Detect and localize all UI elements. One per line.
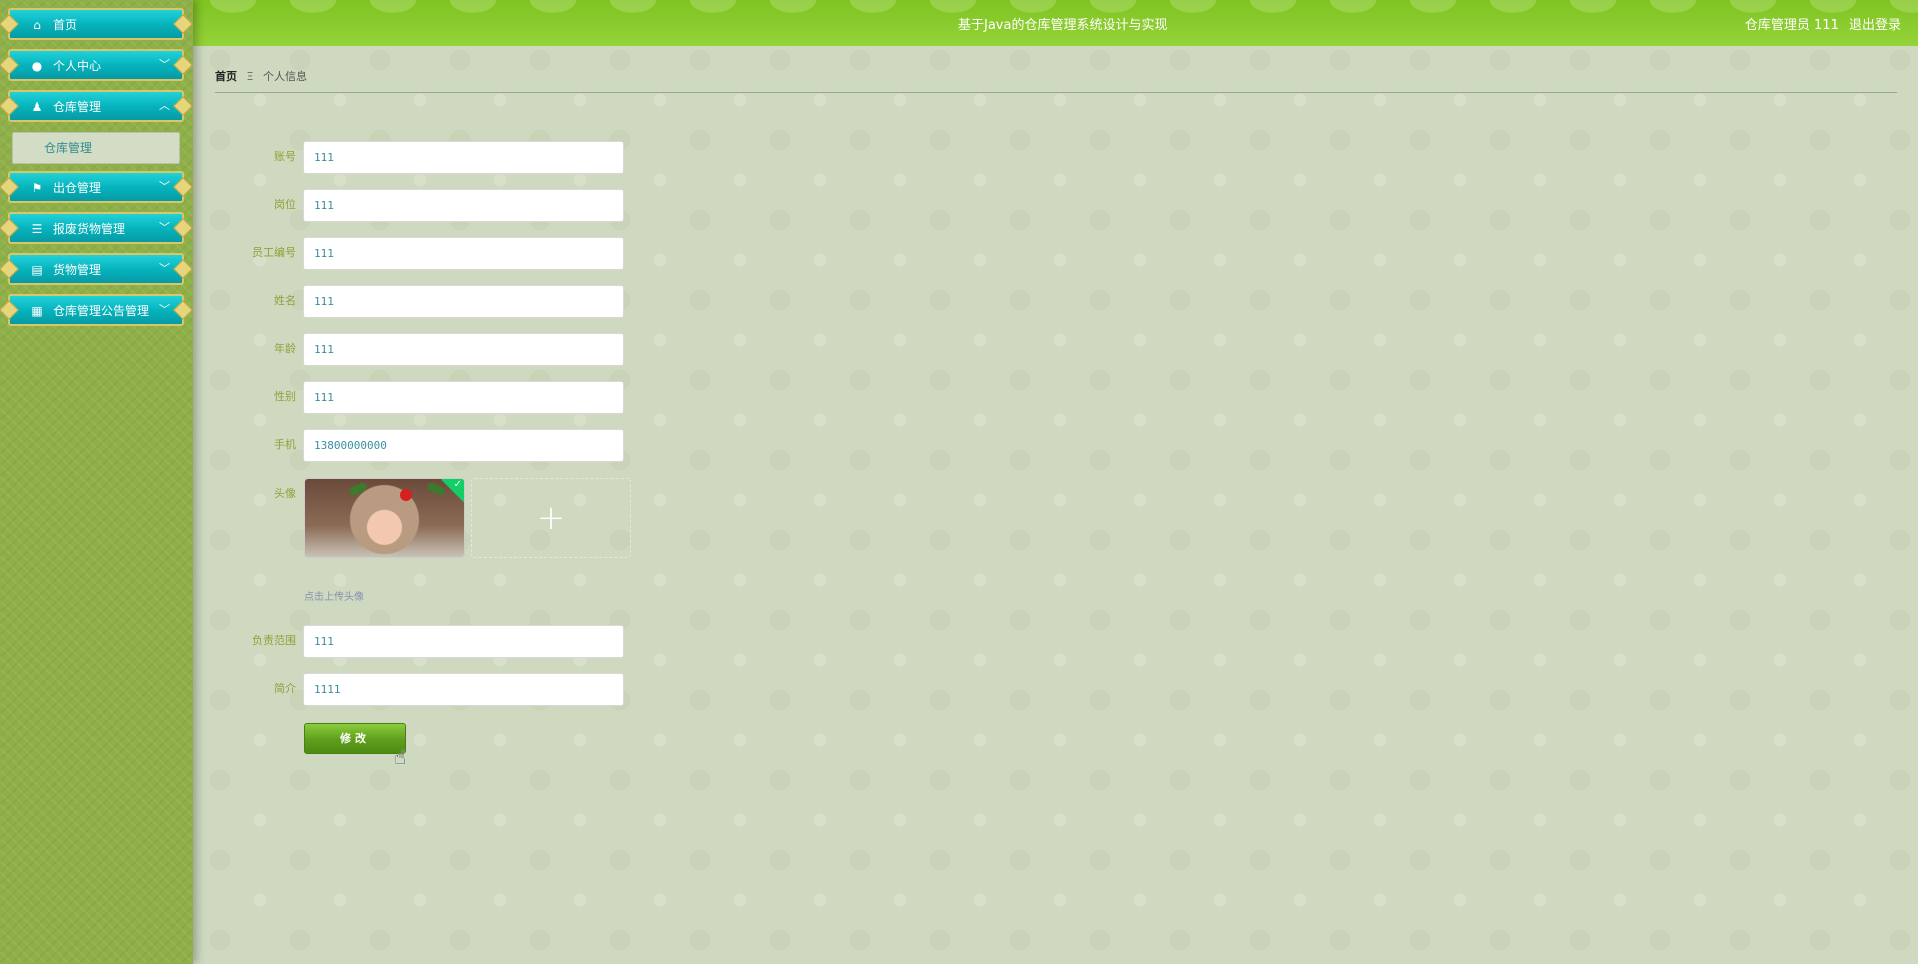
phone-field[interactable] xyxy=(303,429,624,462)
age-label: 年龄 xyxy=(274,342,296,355)
user-role-label: 仓库管理员 111 xyxy=(1744,18,1839,33)
site-title: 基于Java的仓库管理系统设计与实现 xyxy=(958,18,1168,33)
chevron-down-icon: ﹀ xyxy=(159,58,170,71)
sidebar: ⌂ 首页 ● 个人中心 ﹀ ♟ 仓库管理 ︿ 仓库管理 ⚑ 出仓管理 ﹀ ☰ 报… xyxy=(0,0,193,964)
home-icon: ⌂ xyxy=(33,18,41,32)
breadcrumb-current: 个人信息 xyxy=(262,70,307,83)
breadcrumb-divider xyxy=(215,92,1897,93)
avatar-nose xyxy=(400,489,412,501)
sidebar-item-scrapped-goods[interactable]: ☰ 报废货物管理 ﹀ xyxy=(8,212,184,244)
position-label: 岗位 xyxy=(274,198,296,211)
scope-label: 负责范围 xyxy=(252,634,296,647)
top-bar: 基于Java的仓库管理系统设计与实现 仓库管理员 111 退出登录 xyxy=(193,0,1918,46)
sidebar-item-label: 首页 xyxy=(53,18,78,32)
gender-field[interactable] xyxy=(303,381,624,414)
avatar-upload-button[interactable]: + xyxy=(471,478,631,558)
breadcrumb-separator-icon: Ξ xyxy=(246,70,254,83)
sidebar-item-personal-center[interactable]: ● 个人中心 ﹀ xyxy=(8,49,184,81)
breadcrumb-home[interactable]: 首页 xyxy=(215,70,237,83)
check-icon: ✓ xyxy=(453,479,462,490)
sidebar-item-label: 个人中心 xyxy=(53,59,102,73)
chevron-down-icon: ﹀ xyxy=(159,303,170,316)
sidebar-item-label: 货物管理 xyxy=(53,263,102,277)
chevron-down-icon: ﹀ xyxy=(159,221,170,234)
mouse-pointer-icon: ☝ xyxy=(394,745,407,769)
logout-link[interactable]: 退出登录 xyxy=(1849,18,1901,33)
sidebar-item-home[interactable]: ⌂ 首页 xyxy=(8,8,184,40)
sidebar-item-announcements[interactable]: ▦ 仓库管理公告管理 ﹀ xyxy=(8,294,184,326)
avatar-ear-left xyxy=(348,481,368,497)
scope-field[interactable] xyxy=(303,625,624,658)
flag-icon: ⚑ xyxy=(31,181,43,195)
name-field[interactable] xyxy=(303,285,624,318)
intro-label: 简介 xyxy=(274,682,296,695)
avatar-ear-right xyxy=(426,481,446,497)
avatar-upload-hint: 点击上传头像 xyxy=(304,592,364,603)
user-info: 仓库管理员 111 退出登录 xyxy=(1739,14,1901,33)
sidebar-item-label: 仓库管理公告管理 xyxy=(53,304,150,318)
breadcrumb: 首页 Ξ 个人信息 xyxy=(215,68,307,84)
avatar-label: 头像 xyxy=(274,487,296,500)
account-field[interactable] xyxy=(303,141,624,174)
account-label: 账号 xyxy=(274,150,296,163)
employee-id-field[interactable] xyxy=(303,237,624,270)
list-icon: ☰ xyxy=(31,222,43,236)
plus-icon: + xyxy=(536,498,566,538)
age-field[interactable] xyxy=(303,333,624,366)
sidebar-item-label: 出仓管理 xyxy=(53,181,102,195)
sidebar-item-warehouse[interactable]: ♟ 仓库管理 ︿ xyxy=(8,90,184,122)
user-icon: ● xyxy=(31,59,43,73)
chevron-up-icon: ︿ xyxy=(159,99,170,112)
avatar[interactable]: ✓ xyxy=(304,478,465,558)
intro-field[interactable] xyxy=(303,673,624,706)
grid-icon: ▦ xyxy=(31,304,43,318)
chevron-down-icon: ﹀ xyxy=(159,262,170,275)
sidebar-item-label: 报废货物管理 xyxy=(53,222,126,236)
gender-label: 性别 xyxy=(274,390,296,403)
sidebar-subitem-warehouse[interactable]: 仓库管理 xyxy=(12,132,180,164)
name-label: 姓名 xyxy=(274,294,296,307)
sidebar-item-outbound[interactable]: ⚑ 出仓管理 ﹀ xyxy=(8,171,184,203)
phone-label: 手机 xyxy=(274,438,296,451)
stamp-icon: ♟ xyxy=(31,100,43,114)
position-field[interactable] xyxy=(303,189,624,222)
sidebar-item-label: 仓库管理 xyxy=(53,100,102,114)
sidebar-item-goods[interactable]: ▤ 货物管理 ﹀ xyxy=(8,253,184,285)
modify-button[interactable]: 修改 xyxy=(304,723,406,754)
clipboard-icon: ▤ xyxy=(31,263,43,277)
chevron-down-icon: ﹀ xyxy=(159,180,170,193)
employee-id-label: 员工编号 xyxy=(252,246,296,259)
